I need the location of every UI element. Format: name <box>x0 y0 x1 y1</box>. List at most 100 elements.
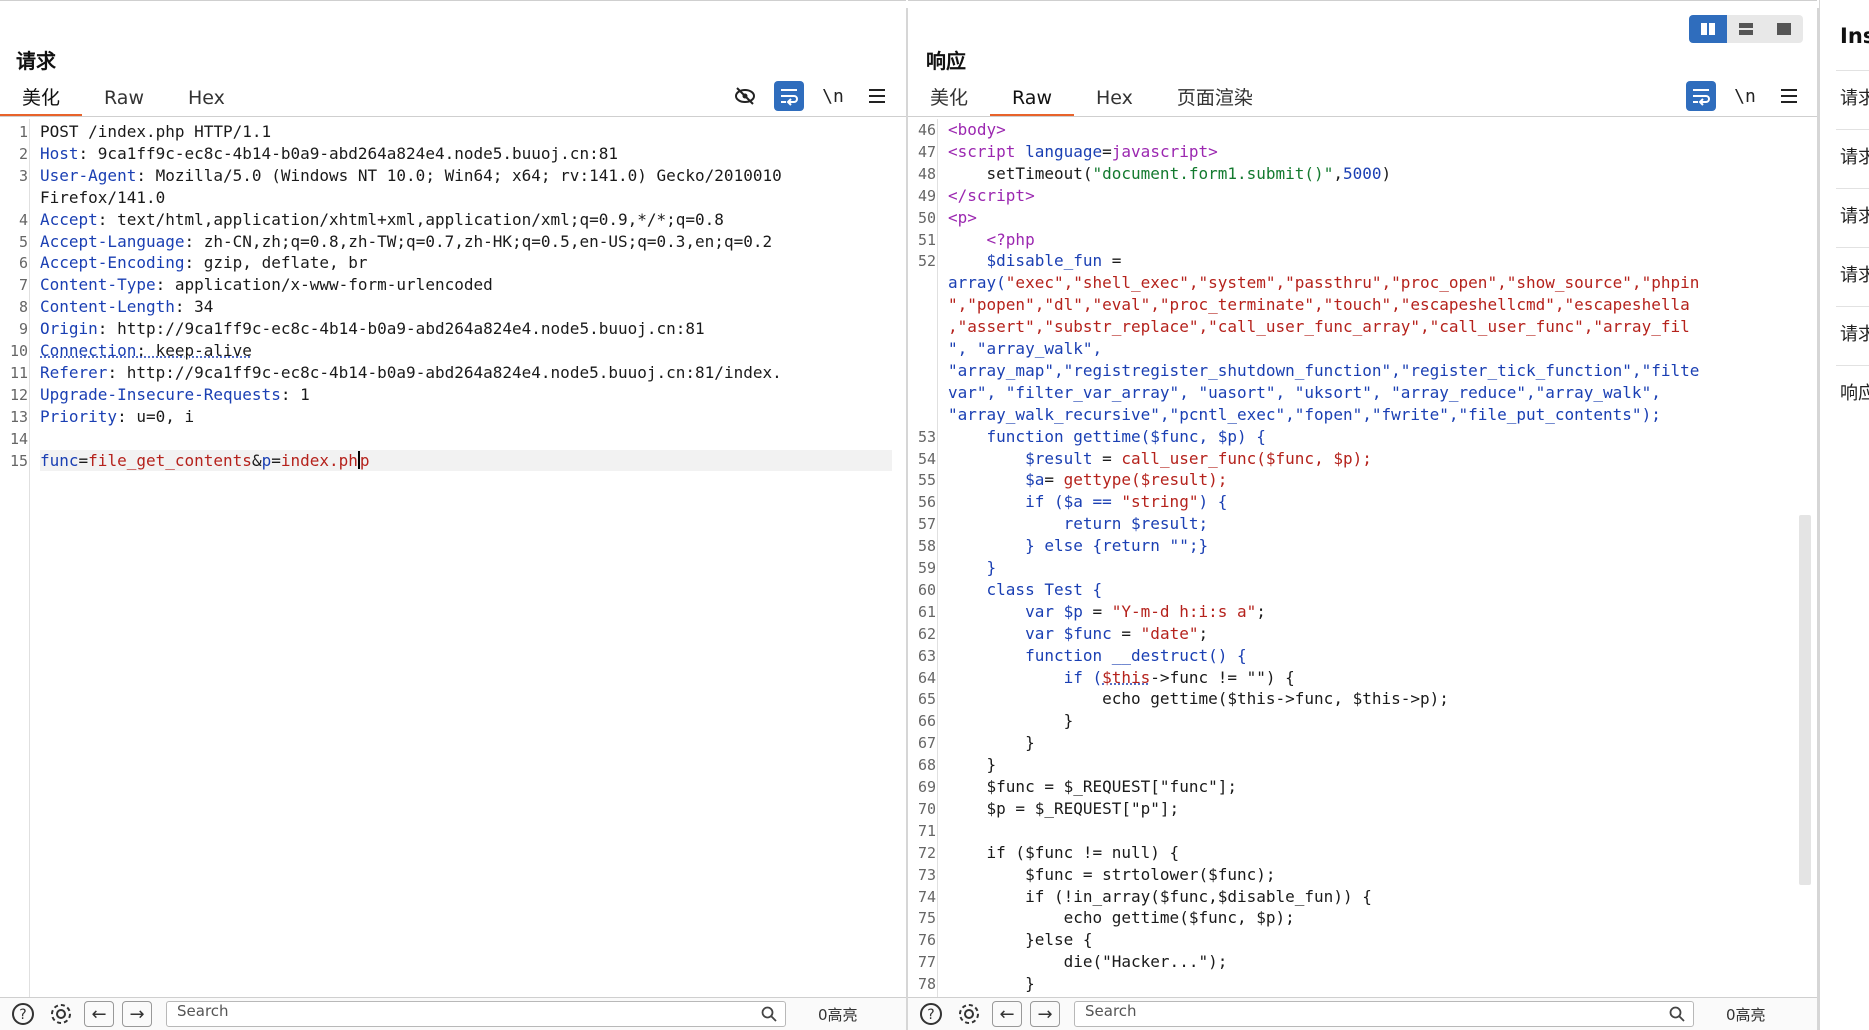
code-token: $a <box>948 470 1045 490</box>
tab-response-pretty[interactable]: 美化 <box>908 85 990 117</box>
inspector-item-request-attributes[interactable]: 请求 <box>1836 70 1869 126</box>
code-token: if ($func != null) { <box>948 842 1180 862</box>
settings-icon[interactable] <box>954 999 984 1029</box>
tab-response-render[interactable]: 页面渲染 <box>1155 85 1275 117</box>
hide-nonprintable-icon[interactable] <box>730 81 760 111</box>
code-line: if ($func != null) { <box>948 842 1180 863</box>
previous-match-button[interactable]: ← <box>992 1001 1022 1027</box>
search-placeholder: Search <box>1085 1002 1137 1020</box>
response-search-input[interactable]: Search <box>1074 1001 1694 1027</box>
code-token: Accept-Encoding <box>40 253 185 273</box>
layout-single-icon[interactable] <box>1765 15 1803 43</box>
help-icon[interactable]: ? <box>916 999 946 1029</box>
request-pane: 请求 美化 Raw Hex \n 1 2 3 4 5 6 7 8 9 10 11 12 13 14 15 P… <box>0 0 906 1030</box>
line-number: 11 <box>9 363 28 382</box>
settings-icon[interactable] <box>46 999 76 1029</box>
line-number: 1 <box>18 123 28 141</box>
code-line: $result = call_user_func($func, $p); <box>948 448 1372 469</box>
code-token: : http://9ca1ff9c-ec8c-4b14-b0a9-abd264a… <box>107 362 782 382</box>
code-line: Host: 9ca1ff9c-ec8c-4b14-b0a9-abd264a824… <box>40 143 618 164</box>
code-token: < <box>948 141 958 161</box>
code-line: Accept-Encoding: gzip, deflate, br <box>40 252 368 273</box>
help-icon[interactable]: ? <box>8 999 38 1029</box>
request-editor[interactable]: 1 2 3 4 5 6 7 8 9 10 11 12 13 14 15 POST /index.php HT… <box>0 119 906 997</box>
code-token: } <box>948 755 997 775</box>
code-token: var $p <box>948 601 1083 621</box>
code-line: return $result; <box>948 513 1209 534</box>
code-token: Accept <box>40 209 98 229</box>
code-token: p <box>957 207 968 227</box>
response-code[interactable]: <body> <script language=javascript> setTi… <box>948 119 1817 997</box>
scrollbar-thumb[interactable] <box>1799 515 1811 885</box>
code-line: ","popen","dl","eval","proc_terminate","… <box>948 294 1690 315</box>
code-token: array( <box>948 273 1006 293</box>
match-count: 0高亮 <box>1726 1005 1766 1024</box>
code-token: "Y-m-d h:i:s a" <box>1111 601 1257 621</box>
tab-request-raw[interactable]: Raw <box>82 85 166 117</box>
layout-stacked-icon[interactable] <box>1727 15 1765 43</box>
code-token: var", "filter_var_array", "uasort", "uks… <box>948 382 1661 402</box>
code-token: : keep-alive <box>136 341 252 360</box>
next-match-button[interactable]: → <box>1030 1001 1060 1027</box>
code-token: = <box>78 450 89 470</box>
line-number: 4 <box>18 210 28 229</box>
code-token: echo gettime($this->func, $this->p); <box>948 689 1449 709</box>
layout-side-by-side-icon[interactable] <box>1689 15 1727 43</box>
code-token: : application/x-www-form-urlencoded <box>155 275 493 295</box>
code-line: $a= gettype($result); <box>948 469 1227 490</box>
code-token: if (!in_array($func,$disable_fun)) { <box>948 886 1372 906</box>
code-token: > <box>1208 141 1218 161</box>
tab-response-hex[interactable]: Hex <box>1074 85 1155 117</box>
inspector-panel: Ins 请求 请求 请求 请求 请求 响应 <box>1819 0 1869 1030</box>
code-line: Priority: u=0, i <box>40 406 194 427</box>
line-number: 2 <box>18 144 28 163</box>
code-token: Origin <box>40 319 98 339</box>
code-token: > <box>996 120 1006 139</box>
request-code[interactable]: POST /index.php HTTP/1.1 Host: 9ca1ff9c-e… <box>40 119 906 997</box>
tab-response-raw[interactable]: Raw <box>990 85 1074 117</box>
tab-request-pretty[interactable]: 美化 <box>0 85 83 117</box>
code-token: "string" <box>1121 492 1199 512</box>
inspector-item-request-headers[interactable]: 请求 <box>1836 306 1869 362</box>
code-token: Content-Length <box>40 297 175 317</box>
line-number: 60 <box>917 580 936 599</box>
tab-request-hex[interactable]: Hex <box>166 85 247 117</box>
response-editor[interactable]: 46 47 48 49 50 51 52 53 54 55 56 57 58 59 60 61 62 63 64 65… <box>908 119 1817 997</box>
code-token: POST /index.php HTTP/1.1 <box>40 122 272 141</box>
inspector-item-request-body[interactable]: 请求 <box>1836 188 1869 244</box>
code-token: class Test { <box>948 579 1103 599</box>
code-line: Firefox/141.0 <box>40 187 165 208</box>
code-token: die("Hacker..."); <box>948 952 1228 972</box>
wrap-lines-icon[interactable] <box>1686 81 1716 111</box>
code-token: : 9ca1ff9c-ec8c-4b14-b0a9-abd264a824e4.n… <box>78 143 618 163</box>
code-line: <script language=javascript> <box>948 141 1218 162</box>
code-line: func=file_get_contents&p=index.ph p <box>40 449 892 471</box>
previous-match-button[interactable]: ← <box>84 1001 114 1027</box>
menu-icon[interactable] <box>862 81 892 111</box>
code-token: } <box>948 733 1035 753</box>
show-newlines-button[interactable]: \n <box>818 81 848 111</box>
request-search-bar: ? ← → Search 0高亮 <box>0 997 906 1030</box>
code-token: call_user_func($func, $p); <box>1121 448 1372 468</box>
code-token: $disable_fun <box>948 251 1103 271</box>
request-toolbar: \n <box>730 81 892 111</box>
inspector-item-request-query[interactable]: 请求 <box>1836 129 1869 185</box>
line-number: 76 <box>917 931 936 950</box>
wrap-lines-icon[interactable] <box>774 81 804 111</box>
next-match-button[interactable]: → <box>122 1001 152 1027</box>
inspector-item-request-cookies[interactable]: 请求 <box>1836 247 1869 303</box>
request-search-input[interactable]: Search <box>166 1001 786 1027</box>
code-token: ) { <box>1198 492 1228 512</box>
inspector-title: Ins <box>1840 24 1869 48</box>
inspector-item-response-headers[interactable]: 响应 <box>1836 365 1869 421</box>
code-token: ,"assert","substr_replace","call_user_fu… <box>948 317 1690 337</box>
menu-icon[interactable] <box>1774 81 1804 111</box>
tabs-divider <box>0 116 906 117</box>
code-token: Referer <box>40 362 108 382</box>
show-newlines-button[interactable]: \n <box>1730 81 1760 111</box>
burp-repeater-window: 请求 美化 Raw Hex \n 1 2 3 4 5 6 7 8 9 10 11 12 13 14 15 P… <box>0 0 1869 1030</box>
code-line: }else { <box>948 929 1092 950</box>
code-token: : gzip, deflate, br <box>184 253 368 273</box>
code-line: if ($this->func != "") { <box>948 667 1295 688</box>
code-token: = <box>1092 448 1122 468</box>
